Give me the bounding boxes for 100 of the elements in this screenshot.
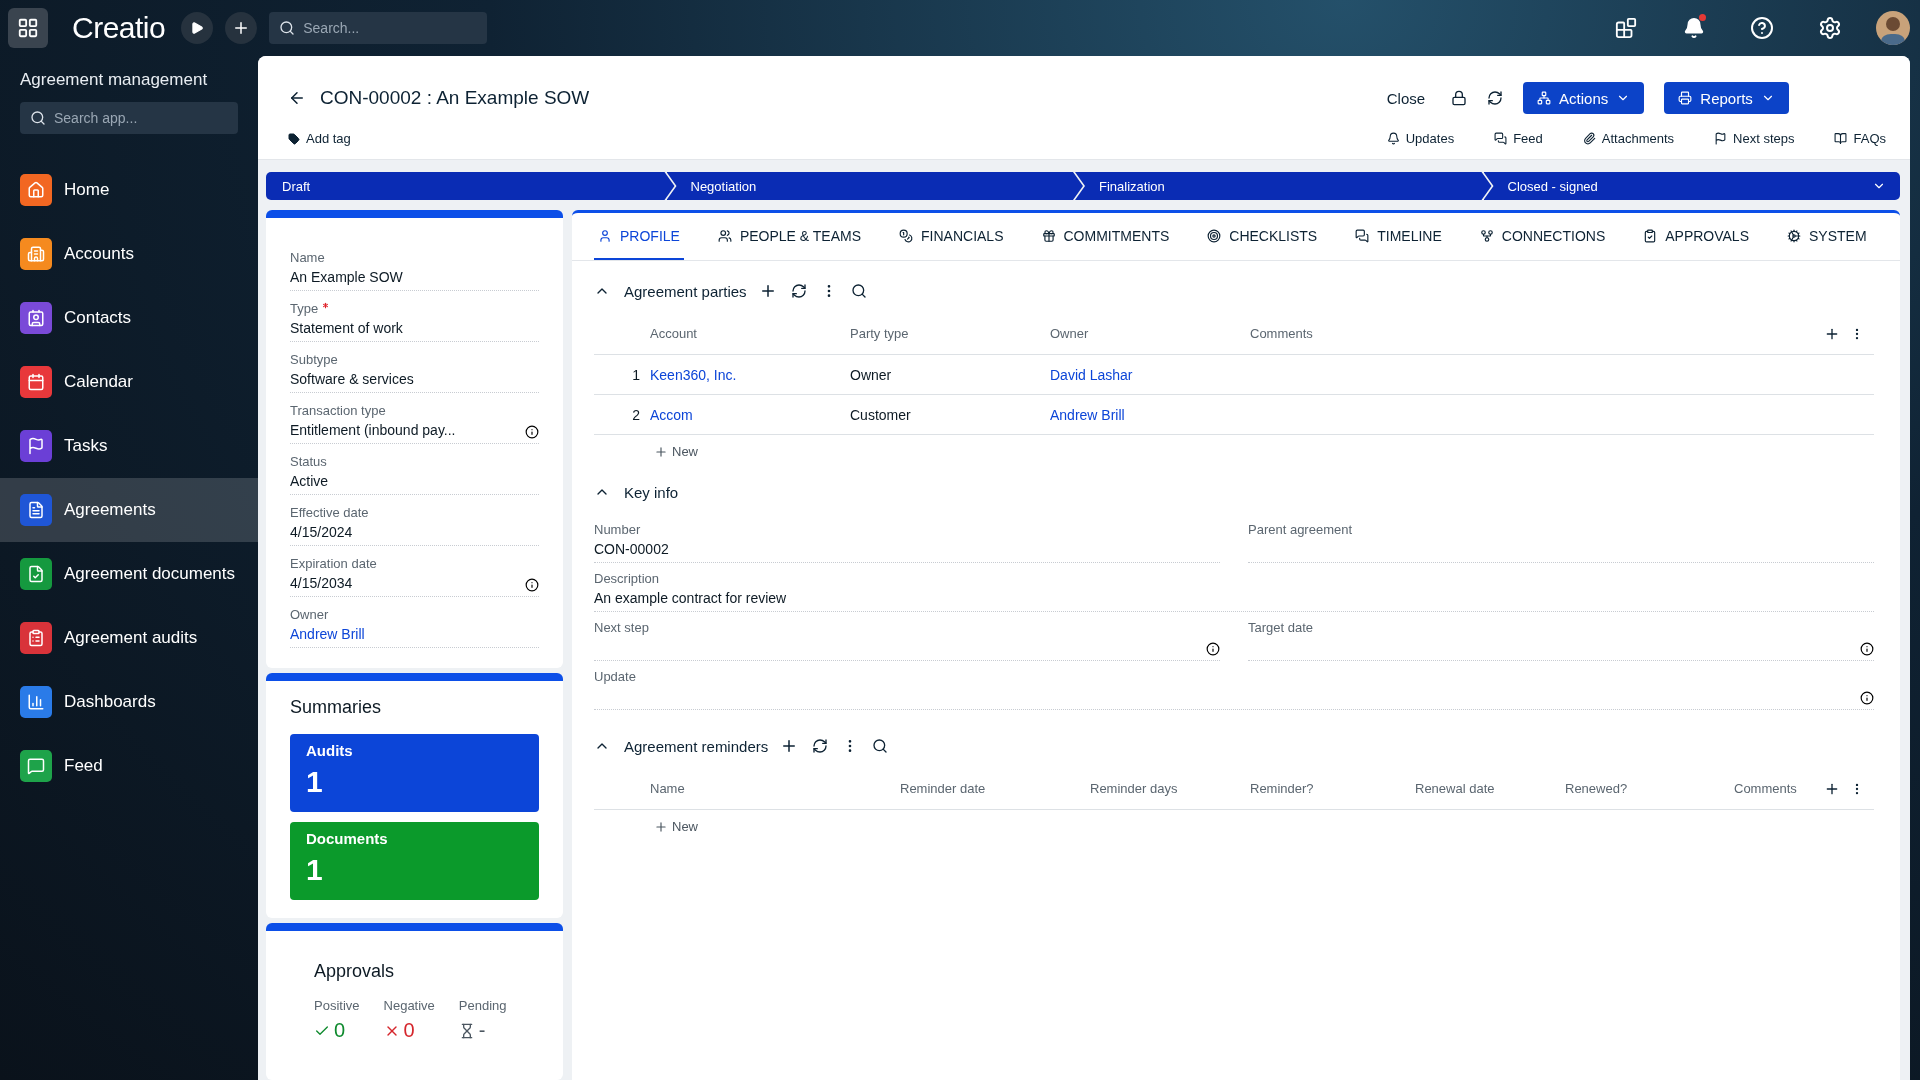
column-header[interactable]: Renewed? bbox=[1565, 768, 1734, 810]
header-link[interactable]: Feed bbox=[1488, 128, 1549, 149]
summary-tile[interactable]: Audits 1 bbox=[290, 734, 539, 812]
column-header[interactable]: Party type bbox=[850, 313, 1050, 355]
stat-value: - bbox=[478, 1019, 486, 1042]
column-header[interactable]: Reminder date bbox=[900, 768, 1090, 810]
stat-value: 0 bbox=[403, 1019, 415, 1042]
sidebar-item[interactable]: Home bbox=[0, 158, 258, 222]
people-icon bbox=[717, 228, 732, 243]
field-link[interactable]: Andrew Brill bbox=[290, 626, 365, 643]
chat-icon bbox=[1494, 132, 1508, 145]
tab[interactable]: APPROVALS bbox=[1639, 213, 1753, 260]
table-cell: Customer bbox=[850, 395, 1050, 435]
play-button[interactable] bbox=[181, 12, 214, 44]
field-label: Next step bbox=[594, 620, 649, 635]
column-header[interactable]: Name bbox=[650, 768, 900, 810]
sidebar-item[interactable]: Dashboards bbox=[0, 670, 258, 734]
row-number: 2 bbox=[594, 395, 650, 435]
network-icon bbox=[1537, 91, 1552, 105]
add-button[interactable] bbox=[225, 12, 258, 44]
logo[interactable]: Creatio bbox=[72, 11, 166, 45]
refresh-icon[interactable] bbox=[812, 738, 829, 754]
column-header[interactable]: Renewal date bbox=[1415, 768, 1565, 810]
account-link[interactable]: Keen360, Inc. bbox=[650, 355, 850, 395]
tab[interactable]: FINANCIALS bbox=[895, 213, 1008, 260]
tab[interactable]: COMMITMENTS bbox=[1037, 213, 1174, 260]
plus-icon bbox=[654, 444, 668, 459]
field-value: Statement of work bbox=[290, 320, 403, 337]
book-icon bbox=[1834, 132, 1848, 145]
header-link[interactable]: Next steps bbox=[1708, 128, 1801, 149]
grid-icon bbox=[17, 17, 39, 39]
close-button[interactable]: Close bbox=[1380, 88, 1432, 108]
sidebar-item[interactable]: Agreement documents bbox=[0, 542, 258, 606]
tab[interactable]: CONNECTIONS bbox=[1475, 213, 1610, 260]
search-field[interactable]: Search... bbox=[269, 12, 488, 44]
sidebar-item[interactable]: Agreements bbox=[0, 478, 258, 542]
search-icon[interactable] bbox=[872, 738, 889, 754]
avatar[interactable] bbox=[1876, 11, 1910, 45]
owner-link[interactable]: David Lashar bbox=[1050, 355, 1250, 395]
stage-step[interactable]: Draft bbox=[266, 172, 675, 200]
sidebar-item[interactable]: Contacts bbox=[0, 286, 258, 350]
tab[interactable]: CHECKLISTS bbox=[1203, 213, 1322, 260]
field-label: Parent agreement bbox=[1248, 522, 1353, 537]
summary-tile[interactable]: Documents 1 bbox=[290, 822, 539, 900]
column-header[interactable]: Comments bbox=[1250, 313, 1804, 355]
tab[interactable]: PROFILE bbox=[594, 213, 684, 260]
field-label: Transaction type bbox=[290, 403, 386, 418]
table-cell: Owner bbox=[850, 355, 1050, 395]
apps-menu-button[interactable] bbox=[8, 8, 48, 48]
field-label: Name bbox=[290, 250, 325, 265]
add-tag-button[interactable]: Add tag bbox=[288, 128, 1381, 149]
sidebar-item[interactable]: Agreement audits bbox=[0, 606, 258, 670]
column-header[interactable]: Reminder? bbox=[1250, 768, 1415, 810]
refresh-icon[interactable] bbox=[790, 283, 807, 299]
tab[interactable]: SYSTEM bbox=[1783, 213, 1871, 260]
sidebar-item[interactable]: Feed bbox=[0, 734, 258, 798]
tab[interactable]: TIMELINE bbox=[1351, 213, 1446, 260]
lock-icon[interactable] bbox=[1451, 90, 1468, 106]
field-value: Entitlement (inbound pay... bbox=[290, 422, 456, 439]
bell-icon bbox=[1386, 132, 1400, 145]
sidebar-item[interactable]: Tasks bbox=[0, 414, 258, 478]
column-header[interactable]: Account bbox=[650, 313, 850, 355]
sidebar-item[interactable]: Calendar bbox=[0, 350, 258, 414]
owner-link[interactable]: Andrew Brill bbox=[1050, 395, 1250, 435]
tab[interactable]: PEOPLE & TEAMS bbox=[713, 213, 866, 260]
section-title: Key info bbox=[624, 483, 679, 501]
row-number: 1 bbox=[594, 355, 650, 395]
app-title: Agreement management bbox=[19, 70, 209, 90]
field-value: Software & services bbox=[290, 371, 414, 388]
header-link[interactable]: Attachments bbox=[1576, 128, 1681, 149]
coins-icon bbox=[899, 228, 914, 243]
field-label: Update bbox=[594, 669, 636, 684]
record-title: CON-00002 : An Example SOW bbox=[320, 87, 590, 109]
actions-button[interactable]: Actions bbox=[1523, 82, 1645, 114]
account-link[interactable]: Accom bbox=[650, 395, 850, 435]
stage-step[interactable]: Finalization bbox=[1075, 172, 1492, 200]
header-link[interactable]: FAQs bbox=[1828, 128, 1892, 149]
reports-button[interactable]: Reports bbox=[1664, 82, 1789, 114]
chat-icon bbox=[1355, 228, 1370, 243]
refresh-icon[interactable] bbox=[1487, 90, 1504, 106]
sidebar-item[interactable]: Accounts bbox=[0, 222, 258, 286]
stage-step[interactable]: Negotiation bbox=[666, 172, 1083, 200]
person-icon bbox=[598, 228, 612, 243]
hierarchy-icon bbox=[1479, 228, 1494, 243]
back-icon[interactable] bbox=[288, 89, 306, 107]
header-link[interactable]: Updates bbox=[1380, 128, 1461, 149]
field-label: Owner bbox=[290, 607, 329, 622]
column-header[interactable]: Reminder days bbox=[1090, 768, 1250, 810]
search-icon[interactable] bbox=[850, 283, 867, 299]
stage-step[interactable]: Closed - signed bbox=[1483, 172, 1900, 200]
column-header[interactable]: Owner bbox=[1050, 313, 1250, 355]
new-row-button[interactable]: New bbox=[648, 818, 704, 835]
column-header[interactable]: Comments bbox=[1734, 768, 1824, 810]
app-search-field[interactable]: Search app... bbox=[20, 102, 238, 134]
target-icon bbox=[1207, 228, 1222, 243]
field-value: An Example SOW bbox=[290, 269, 403, 286]
plus-icon bbox=[654, 819, 668, 834]
new-row-button[interactable]: New bbox=[648, 443, 704, 460]
section-title: Agreement reminders bbox=[624, 737, 769, 755]
field-label: Type bbox=[290, 301, 319, 316]
